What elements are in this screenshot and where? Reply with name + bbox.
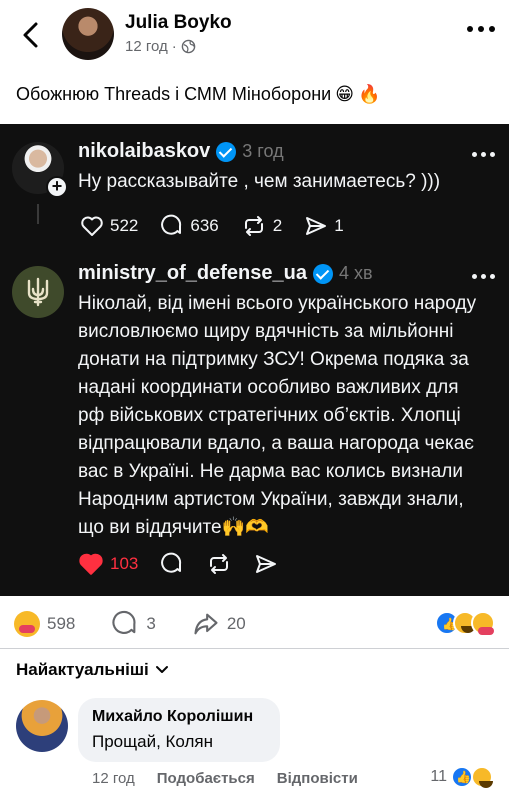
- thread-age: 3 год: [242, 141, 284, 161]
- reply-likes: 103: [78, 552, 138, 576]
- likes-count: 522: [110, 216, 139, 235]
- reply-line: вас в Україні. Не дарма вас колись визна…: [78, 461, 463, 482]
- comment-bubble: Михайло Королішин Прощай, Колян: [78, 698, 280, 762]
- haha-reaction-icon: [471, 766, 493, 788]
- reply-line: Народним артистом України, завжди знали,: [78, 489, 464, 510]
- verified-badge-icon: [312, 263, 333, 284]
- shares-count: 1: [334, 216, 344, 235]
- trident-emblem-icon: [27, 277, 49, 307]
- verified-badge-icon: [216, 141, 237, 162]
- comment-reactions[interactable]: 11 👍: [430, 766, 493, 788]
- divider: [0, 648, 509, 649]
- post-stats-row: 598 3 20 👍: [14, 606, 495, 642]
- reply-comment: [160, 552, 184, 576]
- reply-text: Ніколай, від імені всього українського н…: [78, 290, 476, 542]
- follow-plus-icon: +: [46, 176, 68, 198]
- comment-time[interactable]: 12 год: [92, 770, 135, 787]
- post-time[interactable]: 12 год: [125, 38, 168, 55]
- chevron-left-icon: [23, 22, 38, 48]
- care-reaction-icon: [471, 611, 495, 635]
- reply-line: висловлюємо щиру вдячність за мільйонні: [78, 321, 454, 342]
- comment-button[interactable]: 3: [111, 610, 156, 638]
- post-header: Julia Boyko 12 год ·: [0, 0, 509, 70]
- meta-separator: ·: [171, 38, 177, 55]
- thread-connector-line: [37, 204, 39, 224]
- reply-line: надані координати особливо важливих для: [78, 377, 459, 398]
- comment-text: Прощай, Колян: [92, 732, 214, 751]
- reaction-summary[interactable]: 👍: [435, 611, 495, 635]
- reply-repost: [206, 552, 232, 576]
- post-text: Обожнюю Threads і СММ Міноборони 😁 🔥: [16, 84, 380, 105]
- ministry-avatar: [12, 266, 64, 318]
- thread-actions: 522 636 2 1: [80, 214, 366, 238]
- reply-actions: 103: [78, 552, 300, 576]
- share-button[interactable]: 20: [192, 610, 246, 638]
- reply-likes-count: 103: [110, 554, 139, 573]
- reply-line: відпрацювали вдало, а ваша нагорода чека…: [78, 433, 474, 454]
- repost-icon: [210, 554, 229, 574]
- care-reaction-icon: [14, 611, 40, 637]
- thread-likes: 522: [80, 215, 138, 237]
- reactions-count-button[interactable]: 598: [14, 611, 75, 637]
- dot-icon: [478, 26, 484, 32]
- reply-line: донати на підтримку ЗСУ! Окрема подяка з…: [78, 349, 469, 370]
- grin-emoji-icon: 😁: [335, 84, 354, 104]
- comments-count: 3: [146, 614, 156, 633]
- comment-icon: [112, 610, 136, 634]
- post-text-body: Обожнюю Threads і СММ Міноборони: [16, 84, 332, 104]
- comment-bubble-icon: [161, 214, 182, 235]
- shares-count: 20: [226, 614, 246, 633]
- send-icon: [256, 555, 277, 573]
- author-name[interactable]: Julia Boyko: [125, 12, 232, 34]
- comment-bubble-icon: [161, 552, 182, 573]
- comment-reply-button[interactable]: Відповісти: [277, 770, 358, 787]
- reposts-count: 2: [272, 216, 283, 235]
- post-meta: 12 год ·: [125, 38, 196, 55]
- thread-username: nikolaibaskov 3 год: [78, 140, 284, 163]
- repost-icon: [244, 216, 263, 236]
- send-icon: [306, 217, 327, 235]
- thread-shares: 1: [304, 214, 344, 238]
- threads-screenshot-image[interactable]: + nikolaibaskov 3 год Ну рассказывайте ,…: [0, 124, 509, 596]
- back-button[interactable]: [16, 18, 46, 52]
- reply-share: [254, 552, 278, 576]
- more-options-button[interactable]: [467, 26, 495, 32]
- chevron-down-icon: [155, 666, 168, 673]
- like-reaction-icon: 👍: [451, 766, 473, 788]
- comment-like-button[interactable]: Подобається: [157, 770, 255, 787]
- comment-meta: 12 год Подобається Відповісти: [92, 770, 358, 787]
- thread-reposts: 2: [241, 214, 282, 238]
- thread-more-icon: [472, 152, 495, 157]
- globe-icon: [181, 39, 196, 54]
- reply-username: ministry_of_defense_ua 4 хв: [78, 262, 373, 285]
- reply-age: 4 хв: [338, 263, 373, 283]
- reply-line: рф військових стратегічних об’єктів. Хло…: [78, 405, 461, 426]
- author-avatar[interactable]: [62, 8, 114, 60]
- fire-emoji-icon: 🔥: [357, 84, 381, 104]
- replies-count: 636: [190, 216, 219, 235]
- share-arrow-icon: [194, 613, 218, 635]
- heart-icon: [81, 216, 103, 236]
- thread-text: Ну рассказывайте , чем занимаетесь? ))): [78, 171, 441, 192]
- dot-icon: [467, 26, 473, 32]
- reactions-count: 598: [47, 614, 76, 633]
- commenter-avatar[interactable]: [16, 700, 68, 752]
- comment-reaction-count: 11: [430, 768, 447, 785]
- thread-username-text: nikolaibaskov: [78, 140, 211, 162]
- reply-line: що ви віддячите🙌🫶: [78, 517, 269, 538]
- dot-icon: [489, 26, 495, 32]
- sort-label: Найактуальніші: [16, 660, 149, 679]
- thread-replies: 636: [160, 214, 219, 238]
- reply-username-text: ministry_of_defense_ua: [78, 262, 307, 284]
- reply-more-icon: [472, 274, 495, 279]
- commenter-name[interactable]: Михайло Королішин: [92, 708, 266, 726]
- reply-line: Ніколай, від імені всього українського н…: [78, 293, 477, 314]
- comment-sort-dropdown[interactable]: Найактуальніші: [16, 660, 169, 680]
- heart-filled-icon: [79, 553, 103, 575]
